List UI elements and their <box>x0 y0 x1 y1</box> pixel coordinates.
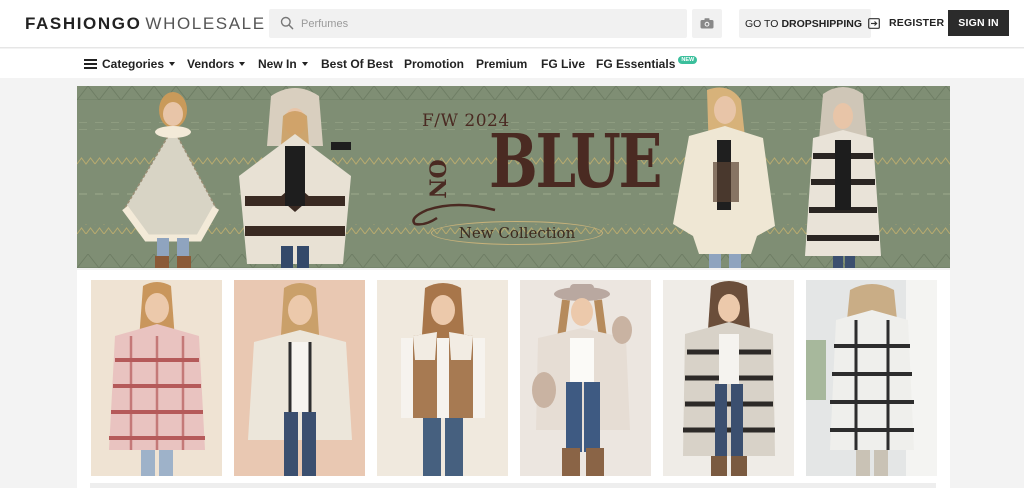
camera-icon <box>700 18 714 29</box>
logo[interactable]: FASHIONGO WHOLESALE <box>25 14 266 34</box>
nav-label: New In <box>258 57 297 71</box>
product-image <box>234 280 365 476</box>
nav-fg-live[interactable]: FG Live <box>541 57 585 71</box>
product-image <box>520 280 651 476</box>
nav-label: Promotion <box>404 57 464 71</box>
go-to-dropshipping-button[interactable]: GO TO DROPSHIPPING <box>739 9 880 38</box>
search-bar <box>269 9 687 38</box>
product-card[interactable] <box>520 280 651 476</box>
logo-brand: FASHIONGO <box>25 14 142 33</box>
section-divider <box>90 483 936 488</box>
product-image <box>377 280 508 476</box>
camera-search-button[interactable] <box>692 9 722 38</box>
nav-promotion[interactable]: Promotion <box>404 57 464 71</box>
chevron-down-icon <box>169 62 176 66</box>
product-grid <box>77 270 950 488</box>
nav-label: Vendors <box>187 57 235 71</box>
nav-vendors[interactable]: Vendors <box>187 57 246 71</box>
nav-label: Premium <box>476 57 528 71</box>
sign-in-button[interactable]: SIGN IN <box>948 10 1009 36</box>
product-card[interactable] <box>806 280 937 476</box>
product-card[interactable] <box>663 280 794 476</box>
nav-premium[interactable]: Premium <box>476 57 527 71</box>
product-image <box>806 280 937 476</box>
banner-subtitle: New Collection <box>431 221 603 245</box>
external-link-icon <box>868 18 880 29</box>
dropshipping-prefix: GO TO <box>745 17 779 30</box>
nav-new-in[interactable]: New In <box>258 57 308 71</box>
dropshipping-label: DROPSHIPPING <box>781 17 862 30</box>
nav-label: FG Live <box>541 57 586 71</box>
nav-label: Categories <box>102 57 165 71</box>
product-card[interactable] <box>91 280 222 476</box>
nav-best-of-best[interactable]: Best Of Best <box>321 57 393 71</box>
product-image <box>91 280 222 476</box>
product-image <box>663 280 794 476</box>
nav-categories[interactable]: Categories <box>84 57 176 71</box>
banner-model-cream-jacket <box>673 87 775 268</box>
nav-label: Best Of Best <box>321 57 394 71</box>
logo-sub: WHOLESALE <box>145 14 266 33</box>
banner-model-aztec-cardigan <box>805 87 881 268</box>
banner-model-aztec-poncho <box>239 88 351 268</box>
banner-on-word: ON <box>423 159 450 199</box>
nav-fg-essentials[interactable]: FG Essentials NEW <box>596 56 698 71</box>
chevron-down-icon <box>301 62 308 66</box>
new-badge: NEW <box>678 56 698 64</box>
product-card[interactable] <box>234 280 365 476</box>
product-card[interactable] <box>377 280 508 476</box>
menu-icon <box>84 57 97 71</box>
category-nav: Categories Vendors New In Best Of Best P… <box>0 49 1024 78</box>
register-link[interactable]: REGISTER <box>889 17 944 29</box>
promo-banner[interactable]: F/W 2024 ON BLUE New Collection <box>77 86 950 268</box>
search-input[interactable] <box>301 9 671 38</box>
nav-label: FG Essentials <box>596 57 676 71</box>
banner-model-poncho <box>122 92 220 268</box>
top-header: FASHIONGOWHOLESALE GO TODROPSHIPPING REG… <box>0 0 1024 48</box>
chevron-down-icon <box>239 62 246 66</box>
search-icon <box>280 16 294 30</box>
banner-blue-word: BLUE <box>489 119 663 205</box>
